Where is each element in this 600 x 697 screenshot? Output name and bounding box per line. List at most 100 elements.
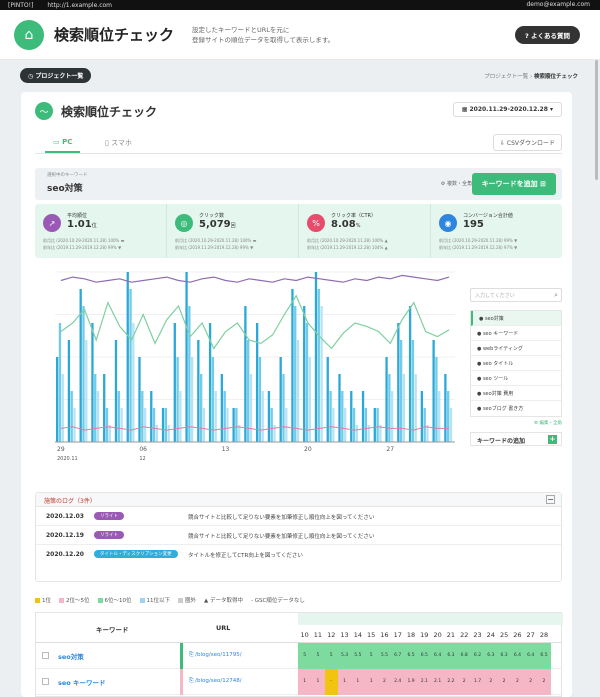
column-url[interactable]: URL xyxy=(216,624,230,632)
day-header: 22 xyxy=(460,631,469,639)
day-header: 18 xyxy=(406,631,416,639)
rank-chart: 29 06 13 20 27 2020.11 12 xyxy=(35,264,463,464)
metric-sub-month: 前月比 (2020.10.29-2020.11.28) 100% ▬ xyxy=(43,238,125,243)
bar xyxy=(61,374,64,442)
metric-unit: 回 xyxy=(230,223,236,229)
bar xyxy=(120,408,123,442)
project-list-button[interactable]: ◷ プロジェクト一覧 xyxy=(20,68,92,83)
keyword-selector: 選択中のキーワード seo対策 ⚙ 複数・全角 キーワードを追加 ⊞ xyxy=(35,168,562,200)
download-icon: ⇩ xyxy=(499,140,507,147)
metric-ctr: % クリック率（CTR） 8.08% 前月比 (2020.10.29-2020.… xyxy=(299,204,431,258)
collapse-icon[interactable]: − xyxy=(546,495,555,504)
rank-cell: 5 xyxy=(364,643,378,669)
bar xyxy=(267,391,271,442)
rank-cell: 1.9 xyxy=(404,669,418,695)
tab-pc[interactable]: ▭ PC xyxy=(45,138,81,153)
metric-sub-year: 前年比 (2019.11.29-2019.12.28) 104% ▲ xyxy=(307,245,388,250)
keyword-list-item[interactable]: ● seo タイトル xyxy=(471,356,561,371)
row-url[interactable]: ⎘ /blog/seo/12748/ xyxy=(189,678,242,685)
metric-conversions: ◉ コンバージョン合計値 195 前月比 (2020.10.29-2020.11… xyxy=(431,204,562,258)
bar xyxy=(438,391,441,442)
bar xyxy=(388,374,391,442)
csv-download-button[interactable]: ⇩ CSVダウンロード xyxy=(492,134,562,151)
monitor-icon: ▭ xyxy=(53,138,63,146)
metric-avg-rank: ↗ 平均順位 1.01位 前月比 (2020.10.29-2020.11.28)… xyxy=(35,204,167,258)
bar xyxy=(364,408,367,442)
tab-smartphone[interactable]: ▯ スマホ xyxy=(105,138,132,148)
keyword-item-label: seo キーワード xyxy=(482,331,519,337)
rank-cell: - xyxy=(324,669,338,695)
rank-cell: 2 xyxy=(377,669,392,695)
keyword-list-item[interactable]: ● seo対策 xyxy=(471,311,561,326)
metric-sub-month: 前月比 (2020.10.29-2020.11.28) 100% ▬ xyxy=(175,238,257,243)
page-scrollbar[interactable] xyxy=(595,60,598,180)
rank-legend: 1位 2位〜5位 6位〜10位 11位以下 圏外 ▲ データ取得中 - GSC順… xyxy=(35,596,305,604)
rank-cell: 6.4 xyxy=(524,643,538,669)
bar xyxy=(326,357,329,442)
add-keyword-panel-button[interactable]: キーワードの追加 + xyxy=(470,432,562,446)
selected-keyword[interactable]: seo対策 xyxy=(47,181,83,194)
row-keyword[interactable]: seo対策 xyxy=(58,651,84,661)
metric-clicks: ◎ クリック数 5,079回 前月比 (2020.10.29-2020.11.2… xyxy=(167,204,299,258)
rank-cell: 2 xyxy=(510,669,525,695)
keyword-list-item[interactable]: ● webライティング xyxy=(471,341,561,356)
action-log-header: 施策のログ（3件） − xyxy=(36,493,561,507)
bar xyxy=(296,340,300,442)
column-keyword[interactable]: キーワード xyxy=(96,624,129,634)
bar xyxy=(179,391,182,442)
log-row: 2020.12.19 リライト 競合サイトと比較して足りない要素を加筆修正し順位… xyxy=(36,526,561,545)
day-header: 13 xyxy=(340,631,349,639)
keyword-item-label: seo対策 費用 xyxy=(482,391,514,397)
row-checkbox[interactable] xyxy=(42,678,49,685)
keyword-item-label: webライティング xyxy=(482,346,523,352)
bar xyxy=(191,357,194,442)
browser-tab[interactable]: [PINTO!] xyxy=(8,2,33,9)
rank-cell: 5.3 xyxy=(337,643,352,669)
date-range-select[interactable]: ▦ 2020.11.29-2020.12.28 ▾ xyxy=(452,102,562,117)
row-checkbox[interactable] xyxy=(42,652,49,659)
bar xyxy=(314,272,318,442)
bar xyxy=(129,289,132,442)
rank-cell: 6.5 xyxy=(417,643,431,669)
add-keyword-button[interactable]: キーワードを追加 ⊞ xyxy=(471,173,556,195)
bar xyxy=(214,391,217,442)
keyword-edit-label: 複数・全角 xyxy=(446,181,472,187)
keyword-edit-link[interactable]: ⚙ 複数・全角 xyxy=(441,180,472,187)
keyword-list-item[interactable]: ● seo キーワード xyxy=(471,326,561,341)
bar xyxy=(270,408,273,442)
bar xyxy=(188,306,191,442)
rank-cell: 1.7 xyxy=(470,669,485,695)
add-keyword-panel-label: キーワードの追加 xyxy=(477,438,526,445)
keyword-list-item[interactable]: ● seo ツール xyxy=(471,371,561,386)
table-header: キーワード URL 10 11 12 13 14 15 16 17 18 19 20 21 22 23 24… xyxy=(36,613,563,643)
bar xyxy=(103,374,106,442)
keyword-list-item[interactable]: ● seoブログ 書き方 xyxy=(471,401,561,416)
rank-cell: 2.2 xyxy=(444,669,458,695)
bar xyxy=(132,323,135,442)
row-keyword[interactable]: seo キーワード xyxy=(58,677,106,687)
rank-cell: 2 xyxy=(484,669,498,695)
target-icon: ◉ xyxy=(439,214,457,232)
rank-cell: 6.5 xyxy=(537,643,551,669)
faq-button[interactable]: ? よくある質問 xyxy=(514,26,580,44)
breadcrumb-link[interactable]: プロジェクト一覧 xyxy=(484,74,528,80)
tag-icon: ⌂ xyxy=(14,19,44,50)
log-tag: タイトル・ディスクリプション変更 xyxy=(94,550,178,558)
bar xyxy=(432,340,435,442)
bar xyxy=(167,425,170,442)
app-description: 設定したキーワードとURLを元に 登録サイトの順位データを取得して表示します。 xyxy=(192,25,372,45)
row-url[interactable]: ⎘ /blog/seo/11795/ xyxy=(189,652,242,659)
bar xyxy=(385,357,388,442)
legend-label: 1位 xyxy=(42,598,51,604)
bar xyxy=(320,306,323,442)
keyword-list-item[interactable]: ● seo対策 費用 xyxy=(471,386,561,401)
day-header: 11 xyxy=(313,631,323,639)
bar xyxy=(294,306,297,442)
metric-sub-year: 前年比 (2019.11.29-2019.12.28) 99% ▼ xyxy=(175,245,254,250)
bar xyxy=(91,323,94,442)
rank-cell: 1 xyxy=(311,669,325,695)
faq-label: よくある質問 xyxy=(531,32,570,40)
keyword-search-input[interactable]: 入力してください ⌕ xyxy=(470,288,562,302)
browser-url[interactable]: http://1.example.com xyxy=(47,2,112,9)
side-edit-link[interactable]: ⚙ 編集・全角 xyxy=(470,420,562,426)
